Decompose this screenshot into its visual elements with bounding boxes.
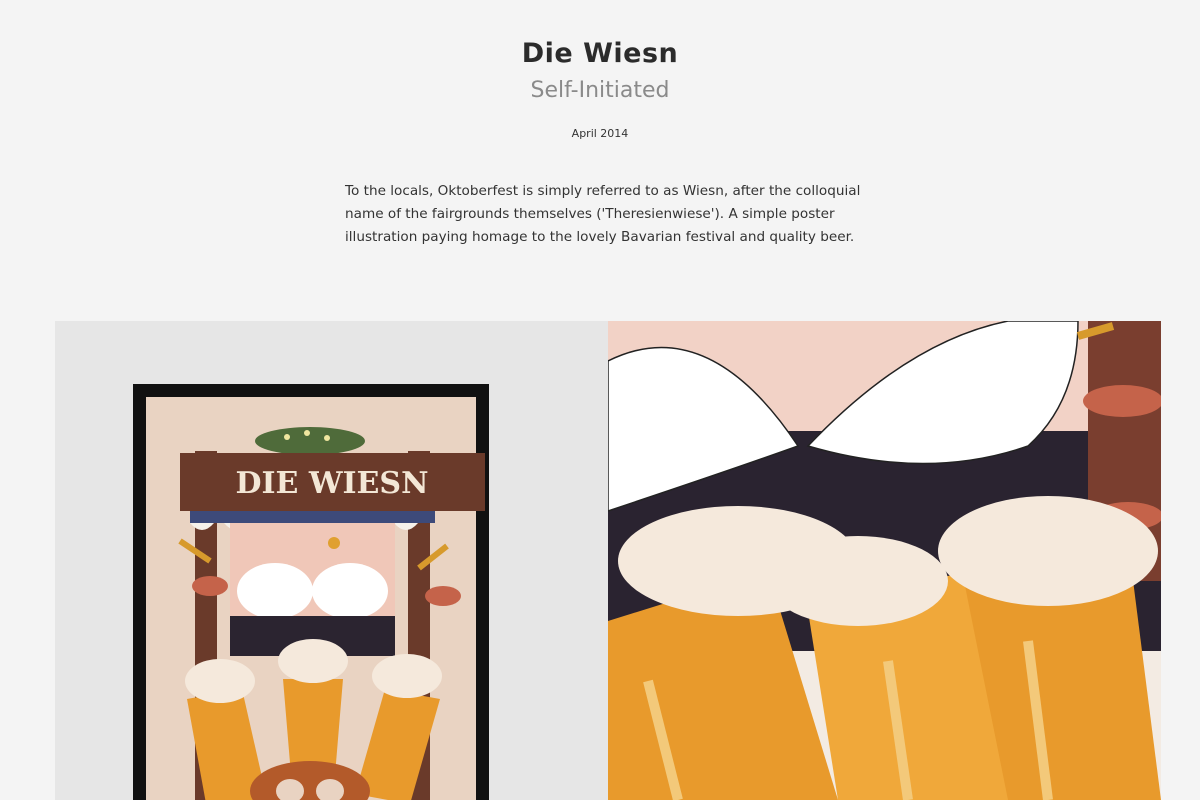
framed-poster-image: DIE WIESN bbox=[55, 321, 608, 800]
detail-closeup-image bbox=[608, 321, 1161, 800]
project-category: Self-Initiated bbox=[530, 78, 670, 103]
poster-sign-text: DIE WIESN bbox=[235, 466, 428, 501]
closeup-illustration bbox=[608, 321, 1161, 800]
page-title: Die Wiesn bbox=[521, 38, 679, 69]
project-date: April 2014 bbox=[571, 127, 629, 140]
project-description: To the locals, Oktoberfest is simply ref… bbox=[345, 183, 861, 245]
poster-illustration: DIE WIESN bbox=[133, 384, 489, 800]
